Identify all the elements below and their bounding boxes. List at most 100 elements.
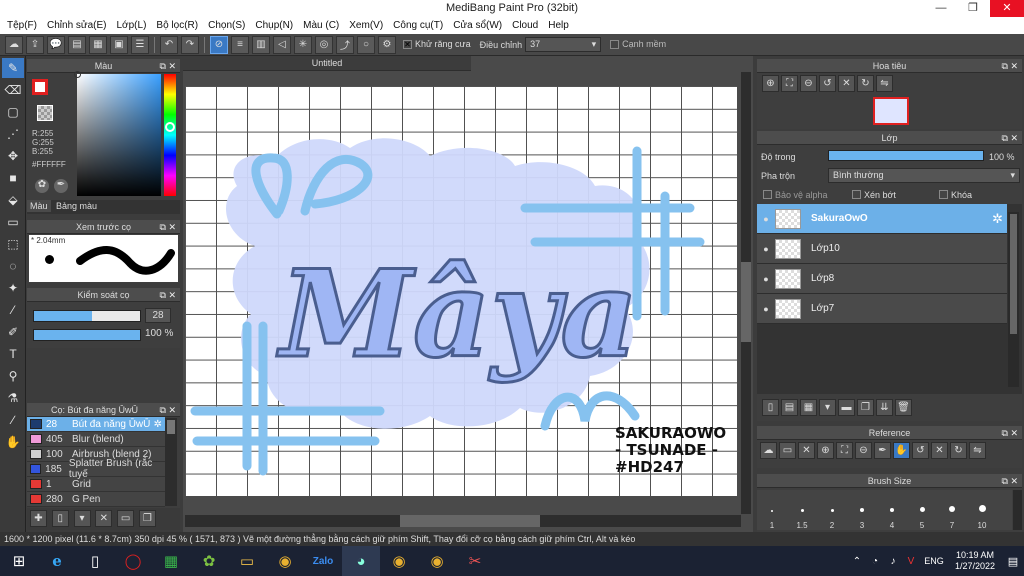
reset-icon[interactable]: ✕ bbox=[838, 75, 855, 92]
panel-close-icon[interactable]: ⧉ ✕ bbox=[1002, 474, 1018, 488]
menu-select[interactable]: Chọn(S) bbox=[203, 20, 250, 31]
snap-vanish-icon[interactable]: ◁ bbox=[273, 35, 291, 54]
brush-list-item[interactable]: 405 Blur (blend) bbox=[27, 432, 165, 447]
duplicate-layer-icon[interactable]: ❐ bbox=[857, 399, 874, 416]
eye-icon[interactable]: ● bbox=[757, 304, 775, 314]
wifi-icon[interactable]: ◔ bbox=[866, 546, 884, 576]
scrollbar-thumb[interactable] bbox=[167, 420, 175, 434]
operation-tool-icon[interactable]: ⚲ bbox=[2, 366, 24, 386]
chrome-profile-icon[interactable]: ◉ bbox=[380, 546, 418, 576]
menu-layer[interactable]: Lớp(L) bbox=[112, 20, 152, 31]
lock-checkbox[interactable]: Khóa bbox=[939, 190, 972, 200]
brush-list-item[interactable]: 185 Splatter Brush (rắc tuyế bbox=[27, 458, 165, 480]
brush-size-value[interactable]: 28 bbox=[145, 308, 171, 323]
panel-close-icon[interactable]: ⧉ ✕ bbox=[1002, 59, 1018, 73]
zoom-in-icon[interactable]: ⊕ bbox=[762, 75, 779, 92]
rect-tool-icon[interactable]: ▢ bbox=[2, 102, 24, 122]
eraser-tool-icon[interactable]: ⌫ bbox=[2, 80, 24, 100]
tab-untitled[interactable]: Untitled bbox=[183, 56, 471, 71]
eye-icon[interactable]: ● bbox=[757, 274, 775, 284]
flip-icon[interactable]: ⇋ bbox=[969, 442, 986, 459]
new-halftone-layer-icon[interactable]: ▤ bbox=[781, 399, 798, 416]
open-folder-icon[interactable]: ▭ bbox=[779, 442, 796, 459]
eye-icon[interactable]: ● bbox=[757, 214, 775, 224]
eyedrop-icon[interactable]: ✒ bbox=[54, 179, 68, 193]
menu-view[interactable]: Xem(V) bbox=[344, 20, 388, 31]
layer-opacity-slider[interactable] bbox=[828, 150, 984, 161]
menu-filter[interactable]: Bộ lọc(R) bbox=[151, 20, 203, 31]
gear-icon[interactable]: ✲ bbox=[992, 211, 1003, 227]
chrome-icon[interactable]: ◉ bbox=[266, 546, 304, 576]
scrollbar-thumb[interactable] bbox=[741, 262, 751, 342]
rotate-left-icon[interactable]: ↺ bbox=[912, 442, 929, 459]
menu-window[interactable]: Cửa sổ(W) bbox=[448, 20, 507, 31]
tab-palette[interactable]: Bảng màu bbox=[53, 200, 100, 212]
add-brush-icon[interactable]: ✚ bbox=[30, 510, 47, 527]
eye-icon[interactable]: ● bbox=[757, 244, 775, 254]
hue-slider[interactable] bbox=[164, 74, 176, 196]
new-brush-icon[interactable]: ▯ bbox=[51, 510, 69, 527]
page-icon[interactable]: ▤ bbox=[68, 35, 86, 54]
brush-menu-icon[interactable]: ▾ bbox=[73, 510, 91, 527]
lasso-tool-icon[interactable]: ◌ bbox=[2, 256, 24, 276]
magic-wand-tool-icon[interactable]: ✦ bbox=[2, 278, 24, 298]
layer-folder-icon[interactable]: ▬ bbox=[838, 399, 855, 416]
menu-color[interactable]: Màu (C) bbox=[298, 20, 344, 31]
paint-tool-icon[interactable]: ✂ bbox=[456, 546, 494, 576]
medibang-icon[interactable]: ◕ bbox=[342, 546, 380, 576]
close-reference-icon[interactable]: ✕ bbox=[798, 442, 815, 459]
reset-icon[interactable]: ✕ bbox=[931, 442, 948, 459]
tab-color[interactable]: Màu bbox=[27, 200, 51, 212]
brush-opacity-slider[interactable] bbox=[33, 329, 141, 341]
panel-close-icon[interactable]: ⧉ ✕ bbox=[160, 59, 176, 73]
soft-edge-checkbox[interactable]: Cạnh mềm bbox=[610, 39, 666, 49]
layer-row[interactable]: ● Lớp8 bbox=[757, 264, 1007, 294]
canvas-vertical-scrollbar[interactable] bbox=[741, 72, 751, 514]
zalo-icon[interactable]: Zalo bbox=[304, 546, 342, 576]
brush-folder-icon[interactable]: ▭ bbox=[117, 510, 135, 527]
canvas-horizontal-scrollbar[interactable] bbox=[185, 515, 741, 527]
new-layer-icon[interactable]: ▯ bbox=[762, 399, 779, 416]
rotate-left-icon[interactable]: ↺ bbox=[819, 75, 836, 92]
snap-ellipse-icon[interactable]: ○ bbox=[357, 35, 375, 54]
document-canvas[interactable]: Mâya SAKURAOWO - TSUNADE - #HD247 bbox=[185, 86, 737, 496]
flip-icon[interactable]: ⇋ bbox=[876, 75, 893, 92]
zoom-out-icon[interactable]: ⊖ bbox=[855, 442, 872, 459]
zoom-out-icon[interactable]: ⊖ bbox=[800, 75, 817, 92]
brush-list-scrollbar[interactable] bbox=[165, 418, 177, 506]
divide-tool-icon[interactable]: ∕ bbox=[2, 410, 24, 430]
panel-close-icon[interactable]: ⧉ ✕ bbox=[160, 403, 176, 417]
app-icon[interactable]: ✿ bbox=[190, 546, 228, 576]
minimize-button[interactable]: — bbox=[926, 0, 956, 17]
close-button[interactable]: ✕ bbox=[990, 0, 1024, 17]
scrollbar-thumb[interactable] bbox=[1010, 214, 1017, 334]
vpn-icon[interactable]: V bbox=[902, 546, 920, 576]
menu-cloud[interactable]: Cloud bbox=[507, 20, 543, 31]
saturation-value-picker[interactable] bbox=[74, 71, 161, 196]
antialias-checkbox[interactable]: ✕ Khử răng cưa bbox=[403, 39, 471, 49]
panel-close-icon[interactable]: ⧉ ✕ bbox=[1002, 426, 1018, 440]
snap-circle-icon[interactable]: ◎ bbox=[315, 35, 333, 54]
snap-radial-icon[interactable]: ✳ bbox=[294, 35, 312, 54]
rotate-right-icon[interactable]: ↻ bbox=[950, 442, 967, 459]
cloud-upload-icon[interactable]: ☁ bbox=[760, 442, 777, 459]
volume-icon[interactable]: ♪ bbox=[884, 546, 902, 576]
blend-mode-dropdown[interactable]: Bình thường ▾ bbox=[828, 168, 1020, 183]
clock[interactable]: 10:19 AM 1/27/2022 bbox=[948, 550, 1002, 572]
snap-parallel-icon[interactable]: ≡ bbox=[231, 35, 249, 54]
language-indicator[interactable]: ENG bbox=[920, 556, 948, 566]
secondary-color-swatch[interactable] bbox=[37, 105, 53, 121]
ie-icon[interactable]: e bbox=[38, 546, 76, 576]
bucket-tool-icon[interactable]: ⬙ bbox=[2, 190, 24, 210]
eyedropper-tool-icon[interactable]: ⚗ bbox=[2, 388, 24, 408]
maximize-button[interactable]: ❐ bbox=[958, 0, 988, 17]
cloud-icon[interactable]: ☁ bbox=[5, 35, 23, 54]
duplicate-brush-icon[interactable]: ❐ bbox=[138, 510, 156, 527]
brush-size-option[interactable]: 1.5 bbox=[787, 490, 817, 530]
brush-tool-icon[interactable]: ✎ bbox=[2, 58, 24, 78]
document-icon[interactable]: ▦ bbox=[89, 35, 107, 54]
panel-close-icon[interactable]: ⧉ ✕ bbox=[1002, 131, 1018, 145]
menu-help[interactable]: Help bbox=[543, 20, 574, 31]
fit-icon[interactable]: ⛶ bbox=[781, 75, 798, 92]
primary-color-swatch[interactable] bbox=[32, 79, 48, 95]
